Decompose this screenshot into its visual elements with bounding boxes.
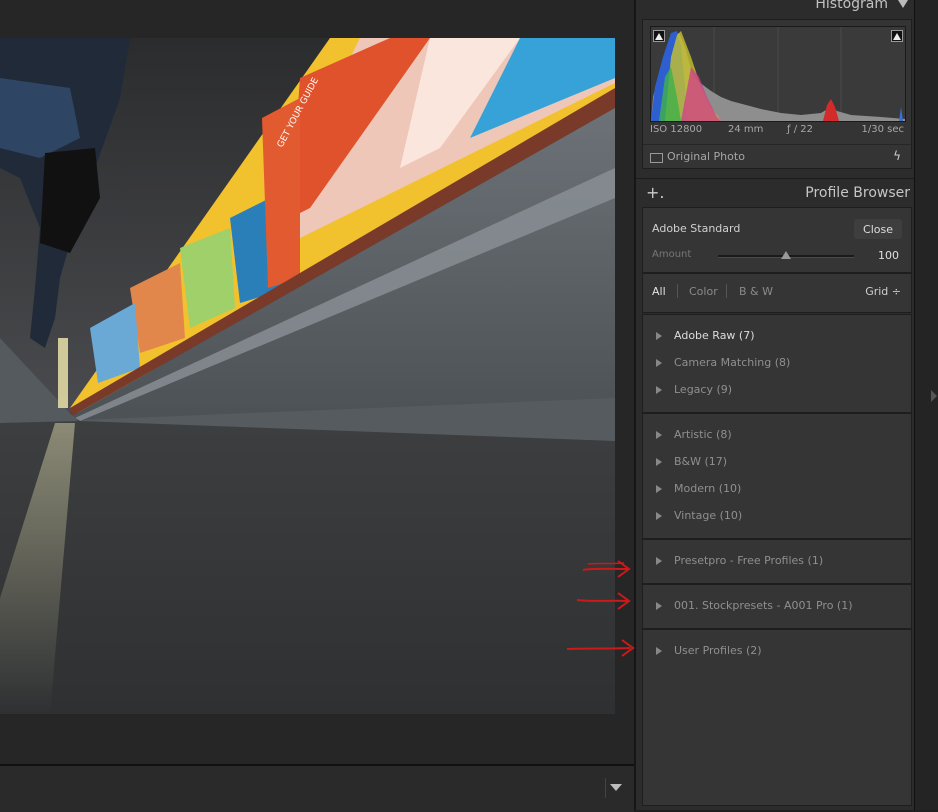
profile-group-label: Artistic (8): [674, 428, 732, 441]
profile-group-user: User Profiles (2): [642, 629, 912, 806]
profile-group-label: Camera Matching (8): [674, 356, 791, 369]
annotation-arrow-icon: [566, 639, 635, 657]
expand-triangle-icon[interactable]: [656, 602, 662, 610]
expand-triangle-icon[interactable]: [656, 512, 662, 520]
expand-triangle-icon[interactable]: [656, 647, 662, 655]
profile-group-label: 001. Stockpresets - A001 Pro (1): [674, 599, 853, 612]
expand-triangle-icon[interactable]: [656, 557, 662, 565]
exif-aperture: ƒ / 22: [787, 124, 813, 135]
profile-controls: Adobe Standard Close Amount 100: [642, 207, 912, 273]
photo-preview: GET YOUR GUIDE: [0, 38, 615, 714]
histogram-curve: [651, 27, 905, 121]
profile-group-modern[interactable]: Modern (10): [643, 476, 911, 503]
expand-triangle-icon[interactable]: [656, 359, 662, 367]
profile-group-label: Presetpro - Free Profiles (1): [674, 554, 824, 567]
original-photo-label: Original Photo: [667, 150, 745, 163]
panel-toggle-arrow-icon[interactable]: [931, 390, 937, 402]
filter-tab-all[interactable]: All: [652, 285, 666, 298]
profile-group-label: Modern (10): [674, 482, 742, 495]
profile-group-vintage[interactable]: Vintage (10): [643, 503, 911, 530]
photo-workspace: GET YOUR GUIDE: [0, 0, 634, 812]
profile-browser-title: Profile Browser: [805, 185, 910, 201]
profile-browser-header: +. Profile Browser: [636, 178, 916, 207]
profile-group-presetpro-free[interactable]: Presetpro - Free Profiles (1): [643, 548, 911, 575]
histogram-title: Histogram: [815, 0, 888, 12]
shadow-clipping-icon[interactable]: [653, 30, 665, 42]
profile-group-label: User Profiles (2): [674, 644, 762, 657]
profile-group-stockpresets-a001[interactable]: 001. Stockpresets - A001 Pro (1): [643, 593, 911, 620]
profile-group-label: Vintage (10): [674, 509, 743, 522]
tunnel-photo: GET YOUR GUIDE: [0, 38, 615, 714]
expand-triangle-icon[interactable]: [656, 485, 662, 493]
exif-info: ISO 12800 24 mm ƒ / 22 1/30 sec: [650, 124, 904, 138]
filter-separator: [726, 284, 727, 298]
amount-value[interactable]: 100: [878, 249, 899, 262]
profile-group-label: Legacy (9): [674, 383, 733, 396]
lightning-icon[interactable]: ϟ: [893, 149, 901, 163]
expand-triangle-icon[interactable]: [656, 386, 662, 394]
expand-triangle-icon[interactable]: [656, 332, 662, 340]
original-photo-icon[interactable]: [650, 153, 663, 163]
annotation-arrow-icon: [576, 592, 631, 610]
collapse-triangle-icon[interactable]: [898, 0, 908, 8]
exif-shutter: 1/30 sec: [861, 124, 905, 135]
amount-label: Amount: [652, 249, 692, 260]
right-panel-edge[interactable]: [914, 0, 938, 810]
view-mode-select[interactable]: Grid ÷: [865, 285, 901, 298]
close-button[interactable]: Close: [854, 219, 902, 239]
highlight-clipping-icon[interactable]: [891, 30, 903, 42]
chevron-down-icon[interactable]: [605, 778, 626, 798]
profile-group-label: Adobe Raw (7): [674, 329, 755, 342]
profile-group-label: B&W (17): [674, 455, 728, 468]
profile-group-user-profiles[interactable]: User Profiles (2): [643, 638, 911, 665]
current-profile-name: Adobe Standard: [652, 222, 741, 235]
profile-group-creative: Artistic (8) B&W (17) Modern (10) Vintag…: [642, 413, 912, 539]
profile-group-camera-matching[interactable]: Camera Matching (8): [643, 350, 911, 377]
expand-triangle-icon[interactable]: [656, 431, 662, 439]
amount-slider-thumb[interactable]: [781, 251, 791, 259]
annotation-arrow-icon: [582, 560, 631, 578]
exif-focal: 24 mm: [728, 124, 764, 135]
add-profile-icon[interactable]: +.: [646, 183, 665, 202]
filmstrip-bar: [0, 764, 634, 812]
histogram-header[interactable]: Histogram: [636, 0, 916, 18]
histogram-panel: ISO 12800 24 mm ƒ / 22 1/30 sec Original…: [642, 19, 912, 169]
profile-group-presetpro: Presetpro - Free Profiles (1): [642, 539, 912, 584]
profile-group-bw[interactable]: B&W (17): [643, 449, 911, 476]
filter-separator: [677, 284, 678, 298]
histogram-graph[interactable]: [650, 26, 906, 122]
right-panel: Histogram ISO 12800 24 mm ƒ / 22 1/30 se…: [634, 0, 916, 810]
profile-group-adobe-raw[interactable]: Adobe Raw (7): [643, 323, 911, 350]
amount-slider[interactable]: [718, 251, 854, 259]
filter-tab-bw[interactable]: B & W: [739, 285, 773, 298]
profile-group-adobe: Adobe Raw (7) Camera Matching (8) Legacy…: [642, 314, 912, 413]
profile-group-artistic[interactable]: Artistic (8): [643, 422, 911, 449]
expand-triangle-icon[interactable]: [656, 458, 662, 466]
profile-group-legacy[interactable]: Legacy (9): [643, 377, 911, 404]
original-photo-row[interactable]: Original Photo ϟ: [643, 144, 911, 169]
exif-iso: ISO 12800: [650, 124, 703, 135]
filter-tab-color[interactable]: Color: [689, 285, 718, 298]
profile-filter-row: All Color B & W Grid ÷: [642, 273, 912, 313]
profile-group-stockpresets: 001. Stockpresets - A001 Pro (1): [642, 584, 912, 629]
